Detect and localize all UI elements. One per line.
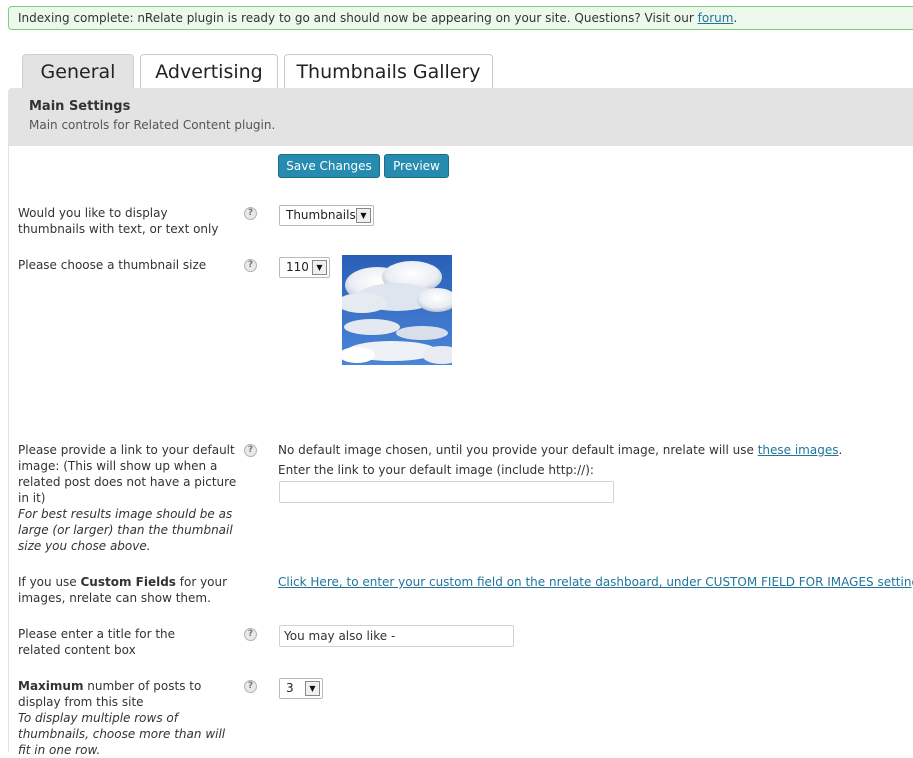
help-icon[interactable]: ? (244, 259, 257, 272)
main-settings-header: Main Settings Main controls for Related … (8, 88, 913, 146)
content-border (8, 146, 9, 752)
save-changes-button[interactable]: Save Changes (278, 154, 380, 178)
default-image-input[interactable] (279, 481, 614, 503)
default-image-note: For best results image should be as larg… (18, 507, 233, 553)
help-icon[interactable]: ? (244, 207, 257, 220)
main-settings-subtitle: Main controls for Related Content plugin… (29, 118, 276, 132)
content-box-title-label: Please enter a title for the related con… (18, 627, 176, 657)
notice-end: . (733, 11, 738, 25)
display-mode-value: Thumbnails (286, 208, 356, 222)
chevron-down-icon: ▼ (356, 208, 371, 223)
tab-general-label: General (40, 61, 116, 83)
chevron-down-icon: ▼ (305, 681, 320, 696)
content-box-title-input[interactable]: You may also like - (279, 625, 514, 647)
thumb-size-label: Please choose a thumbnail size (18, 258, 207, 272)
max-posts-label-bold: Maximum (18, 679, 84, 693)
notice-text: Indexing complete: nRelate plugin is rea… (18, 11, 698, 25)
tab-advertising-label: Advertising (155, 61, 263, 83)
default-image-label-text: Please provide a link to your default im… (18, 443, 237, 505)
default-image-label: Please provide a link to your default im… (18, 442, 240, 554)
custom-fields-label: If you use Custom Fields for your images… (18, 574, 238, 606)
default-image-field-label: Enter the link to your default image (in… (278, 463, 594, 477)
default-image-status-text: No default image chosen, until you provi… (278, 443, 758, 457)
indexing-notice: Indexing complete: nRelate plugin is rea… (8, 6, 913, 30)
tab-general[interactable]: General (22, 54, 134, 89)
max-posts-select[interactable]: 3 ▼ (279, 678, 323, 699)
thumbnail-preview-image (342, 255, 452, 365)
preview-button[interactable]: Preview (384, 154, 449, 178)
max-posts-value: 3 (286, 681, 294, 695)
display-mode-select[interactable]: Thumbnails ▼ (279, 205, 374, 226)
chevron-down-icon: ▼ (312, 260, 327, 275)
default-image-status-end: . (838, 443, 843, 457)
custom-fields-label-pre: If you use (18, 575, 81, 589)
thumb-size-select[interactable]: 110 ▼ (279, 257, 330, 278)
these-images-link[interactable]: these images (758, 443, 839, 457)
help-icon[interactable]: ? (244, 628, 257, 641)
custom-field-dashboard-link[interactable]: Click Here, to enter your custom field o… (278, 575, 913, 589)
thumb-size-value: 110 (286, 260, 309, 274)
forum-link[interactable]: forum (698, 11, 734, 25)
default-image-status: No default image chosen, until you provi… (278, 443, 842, 457)
tab-thumbnails-gallery-label: Thumbnails Gallery (296, 61, 481, 83)
tab-thumbnails-gallery[interactable]: Thumbnails Gallery (284, 54, 493, 88)
help-icon[interactable]: ? (244, 680, 257, 693)
help-icon[interactable]: ? (244, 444, 257, 457)
max-posts-label: Maximum number of posts to display from … (18, 678, 238, 758)
display-mode-label: Would you like to display thumbnails wit… (18, 206, 219, 236)
main-settings-title: Main Settings (29, 99, 131, 114)
tab-advertising[interactable]: Advertising (140, 54, 278, 88)
max-posts-note: To display multiple rows of thumbnails, … (18, 711, 226, 757)
custom-fields-label-bold: Custom Fields (80, 575, 176, 589)
